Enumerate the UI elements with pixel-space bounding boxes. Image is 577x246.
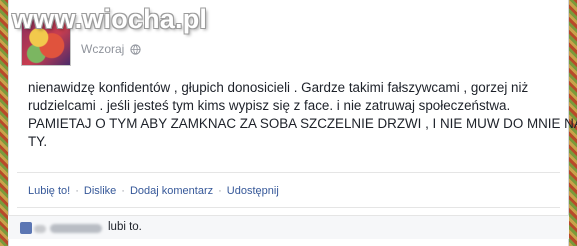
site-watermark: www.wiocha.pl bbox=[12, 4, 208, 34]
post-meta: Wczoraj bbox=[81, 42, 141, 56]
separator: · bbox=[121, 185, 125, 197]
post-line: nienawidzę konfidentów , głupich donosic… bbox=[28, 80, 529, 95]
separator: · bbox=[75, 185, 79, 197]
post-actions: Lubię to! · Dislike · Dodaj komentarz · … bbox=[28, 185, 279, 197]
likes-suffix: lubi to. bbox=[108, 221, 142, 233]
like-link[interactable]: Lubię to! bbox=[28, 185, 70, 197]
post-line: TY. bbox=[28, 134, 48, 149]
post-line: rudzielcami . jeśli jesteś tym kims wypi… bbox=[28, 98, 511, 113]
dislike-link[interactable]: Dislike bbox=[84, 185, 116, 197]
divider bbox=[17, 172, 560, 173]
background-strip-left bbox=[0, 0, 8, 246]
blurred-name bbox=[34, 225, 46, 233]
post-line: PAMIETAJ O TYM ABY ZAMKNAC ZA SOBA SZCZE… bbox=[28, 116, 577, 131]
comment-link[interactable]: Dodaj komentarz bbox=[130, 185, 213, 197]
share-link[interactable]: Udostępnij bbox=[227, 185, 279, 197]
likes-bar: lubi to. bbox=[8, 215, 569, 239]
post-card: Wczoraj nienawidzę konfidentów , głupich… bbox=[8, 0, 577, 246]
blurred-name[interactable] bbox=[50, 224, 102, 233]
post-body: nienawidzę konfidentów , głupich donosic… bbox=[28, 79, 577, 151]
divider bbox=[17, 207, 560, 208]
thumbs-up-icon bbox=[20, 222, 32, 234]
post-timestamp[interactable]: Wczoraj bbox=[81, 42, 124, 56]
separator: · bbox=[218, 185, 222, 197]
globe-icon bbox=[130, 43, 141, 55]
